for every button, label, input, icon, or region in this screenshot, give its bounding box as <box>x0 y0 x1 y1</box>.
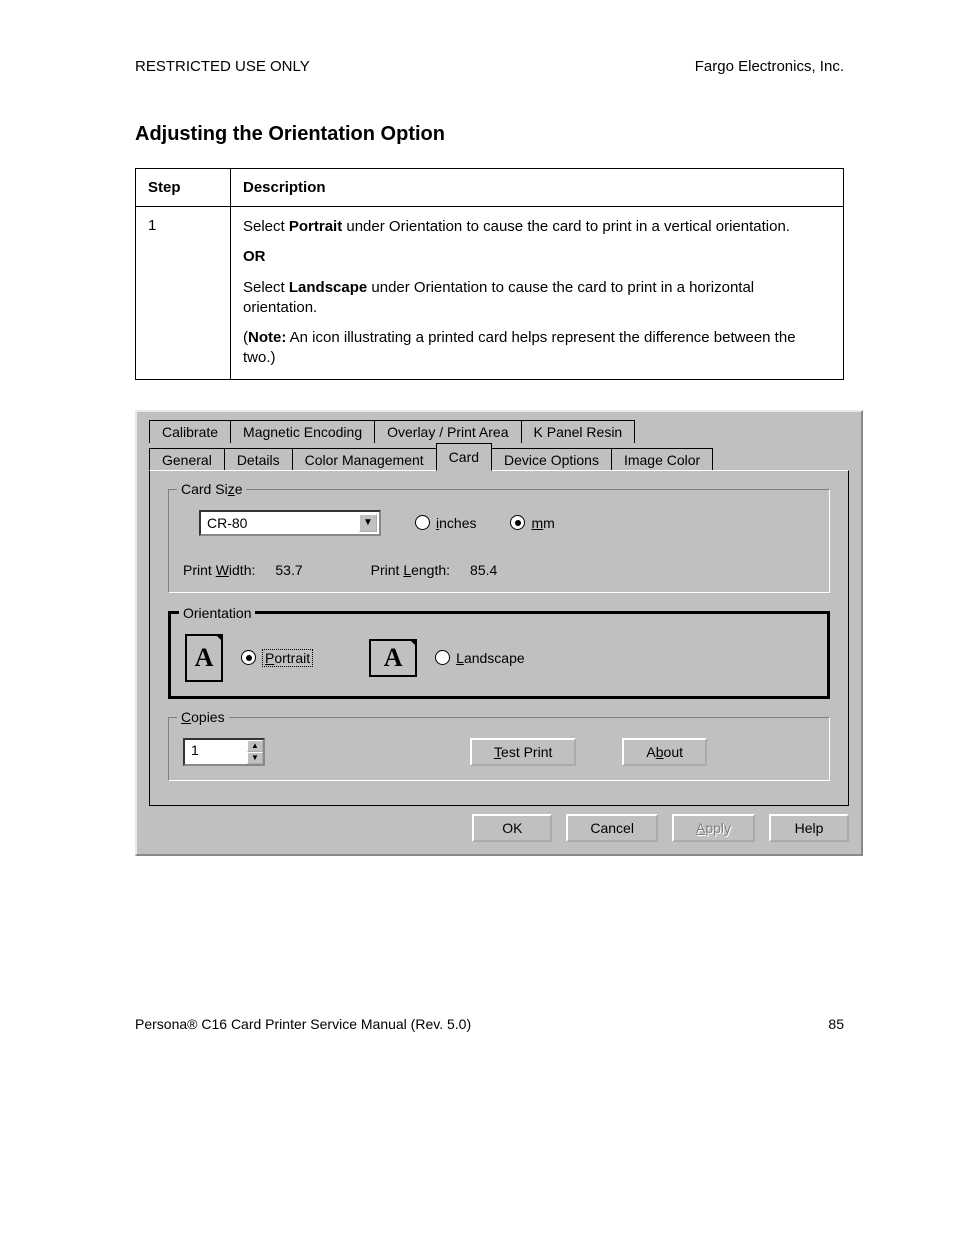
section-title: Adjusting the Orientation Option <box>135 123 844 146</box>
tab-color-management[interactable]: Color Management <box>292 448 437 471</box>
tab-image-color[interactable]: Image Color <box>611 448 713 471</box>
copies-group: Copies 1 ▲ ▼ Test Print About <box>168 717 830 781</box>
orientation-legend: Orientation <box>179 605 255 621</box>
col-step: Step <box>136 169 231 207</box>
card-size-value: CR-80 <box>207 515 247 531</box>
tab-general[interactable]: General <box>149 448 225 471</box>
col-description: Description <box>231 169 844 207</box>
landscape-radio[interactable]: Landscape <box>435 650 525 666</box>
copies-spinner[interactable]: 1 ▲ ▼ <box>183 738 265 766</box>
print-width-label: Print Width: <box>183 562 255 578</box>
print-length-value: 85.4 <box>470 562 497 578</box>
desc-portrait: Select Portrait under Orientation to cau… <box>243 217 831 237</box>
printer-dialog: Calibrate Magnetic Encoding Overlay / Pr… <box>135 410 863 856</box>
tab-card[interactable]: Card <box>436 443 492 471</box>
ok-button[interactable]: OK <box>472 814 552 842</box>
card-size-dropdown[interactable]: CR-80 ▼ <box>199 510 381 536</box>
tab-body-card: Card Size CR-80 ▼ inches mm <box>149 470 849 806</box>
footer-left: Persona® C16 Card Printer Service Manual… <box>135 1016 471 1032</box>
header-left: RESTRICTED USE ONLY <box>135 58 310 75</box>
tab-details[interactable]: Details <box>224 448 293 471</box>
dialog-buttons: OK Cancel Apply Help <box>149 814 849 842</box>
header-right: Fargo Electronics, Inc. <box>695 58 844 75</box>
tab-device-options[interactable]: Device Options <box>491 448 612 471</box>
desc-note: (Note: An icon illustrating a printed ca… <box>243 328 831 369</box>
radio-icon <box>415 515 430 530</box>
units-inches-radio[interactable]: inches <box>415 515 476 531</box>
orientation-group: Orientation A Portrait A Landscape <box>168 611 830 699</box>
tab-calibrate[interactable]: Calibrate <box>149 420 231 443</box>
print-width-value: 53.7 <box>275 562 302 578</box>
print-length-label: Print Length: <box>371 562 450 578</box>
portrait-radio[interactable]: Portrait <box>241 649 313 667</box>
portrait-card-icon: A <box>185 634 223 682</box>
footer-page-number: 85 <box>828 1016 844 1032</box>
spinner-up-icon[interactable]: ▲ <box>247 740 263 752</box>
tab-overlay-print-area[interactable]: Overlay / Print Area <box>374 420 521 443</box>
units-mm-radio[interactable]: mm <box>510 515 554 531</box>
about-button[interactable]: About <box>622 738 707 766</box>
desc-landscape: Select Landscape under Orientation to ca… <box>243 278 831 319</box>
cancel-button[interactable]: Cancel <box>566 814 658 842</box>
tab-k-panel-resin[interactable]: K Panel Resin <box>521 420 636 443</box>
landscape-card-icon: A <box>369 639 417 677</box>
steps-table: Step Description 1 Select Portrait under… <box>135 168 844 380</box>
radio-icon <box>241 650 256 665</box>
radio-icon <box>510 515 525 530</box>
spinner-down-icon[interactable]: ▼ <box>247 752 263 764</box>
test-print-button[interactable]: Test Print <box>470 738 576 766</box>
card-size-legend: Card Size <box>177 481 246 497</box>
table-row: 1 Select Portrait under Orientation to c… <box>136 207 844 380</box>
help-button[interactable]: Help <box>769 814 849 842</box>
step-number: 1 <box>136 207 231 380</box>
tabs-row-1: Calibrate Magnetic Encoding Overlay / Pr… <box>149 420 849 443</box>
radio-icon <box>435 650 450 665</box>
desc-or: OR <box>243 247 831 267</box>
copies-value: 1 <box>185 740 247 764</box>
apply-button[interactable]: Apply <box>672 814 755 842</box>
card-size-group: Card Size CR-80 ▼ inches mm <box>168 489 830 593</box>
copies-legend: Copies <box>177 709 229 725</box>
tab-magnetic-encoding[interactable]: Magnetic Encoding <box>230 420 375 443</box>
chevron-down-icon[interactable]: ▼ <box>359 514 377 532</box>
tabs-row-2: General Details Color Management Card De… <box>149 443 849 471</box>
